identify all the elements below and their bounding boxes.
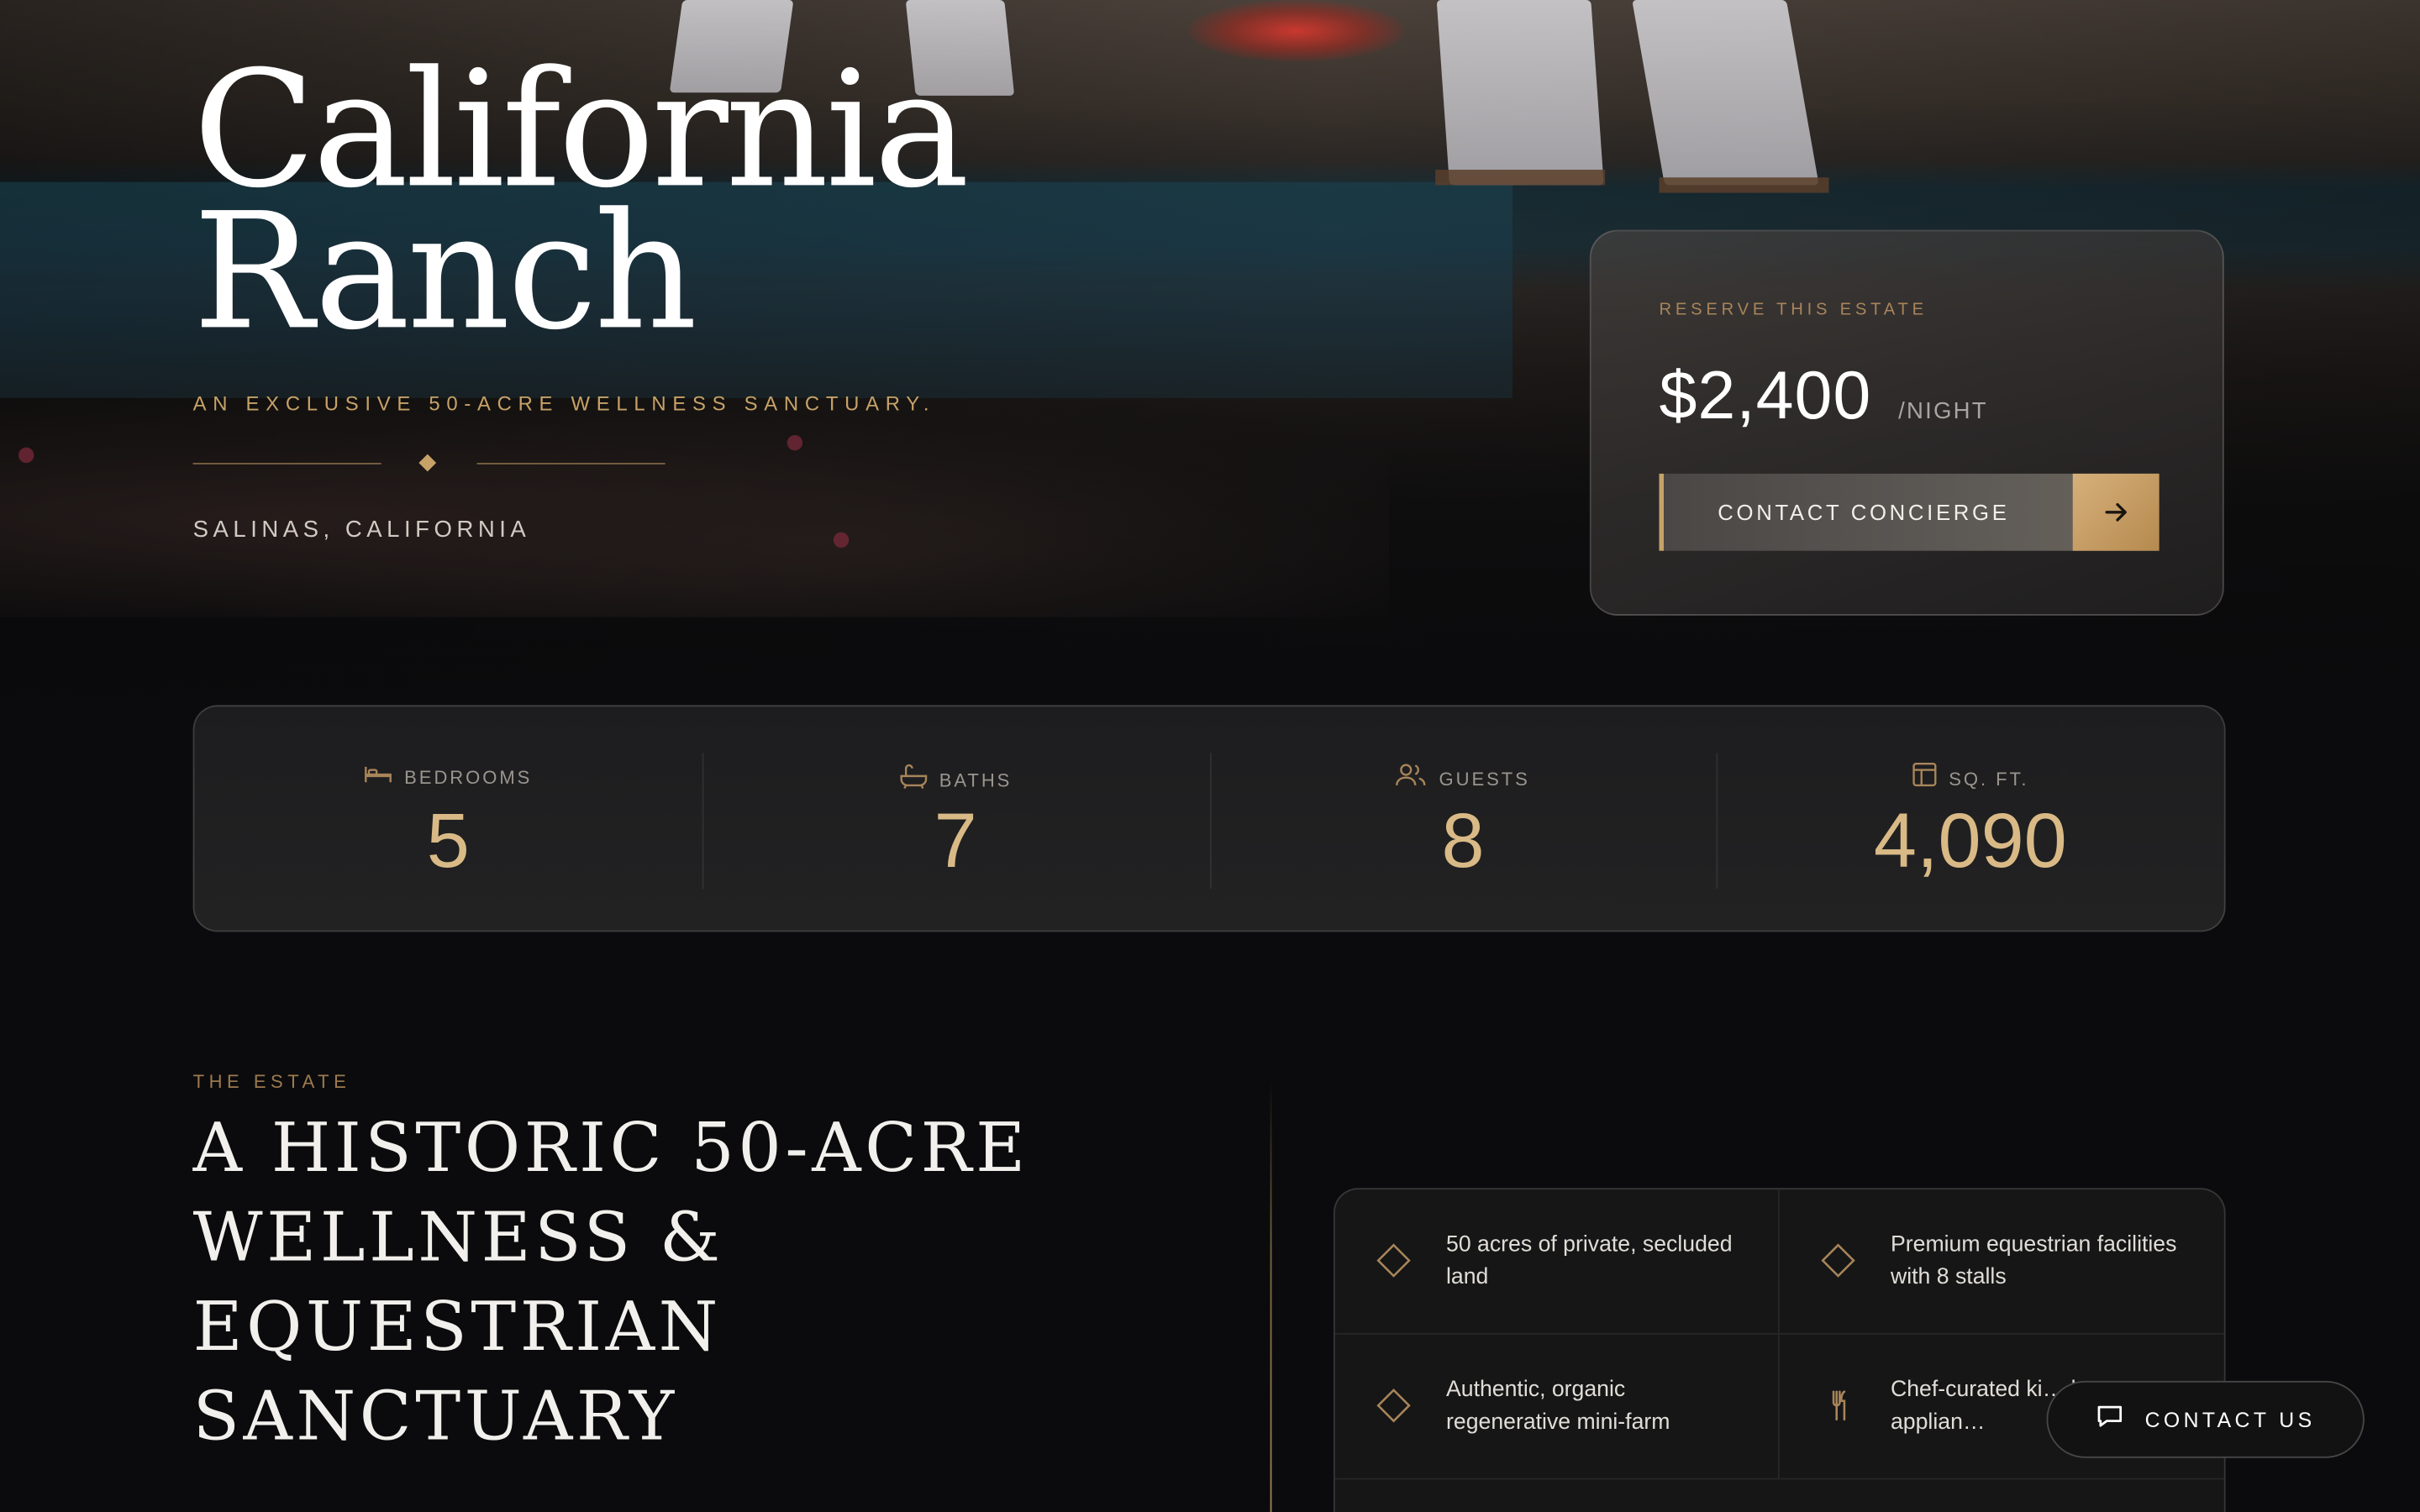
contact-concierge-label: CONTACT CONCIERGE — [1718, 500, 2010, 525]
lounger-image — [1436, 0, 1604, 186]
features-grid: 50 acres of private, secluded land Premi… — [1333, 1188, 2226, 1512]
ornament-line — [192, 463, 381, 465]
feature-item: Authentic, organic regenerative mini-far… — [1334, 1334, 1780, 1480]
chat-icon — [2096, 1402, 2123, 1437]
bath-icon — [899, 762, 927, 797]
diamond-icon — [418, 454, 437, 472]
stat-value: 7 — [934, 797, 977, 885]
stat-value: 5 — [426, 797, 470, 885]
vertical-divider — [1270, 1079, 1272, 1512]
feature-text: Premium equestrian facilities with 8 sta… — [1891, 1232, 2177, 1290]
arrow-right-icon — [2072, 473, 2160, 551]
contact-us-label: CONTACT US — [2144, 1408, 2316, 1431]
estate-title: A HISTORIC 50-ACRE WELLNESS & EQUESTRIAN… — [192, 1109, 1029, 1457]
stat-label: BATHS — [939, 769, 1013, 791]
hero-location: SALINAS, CALIFORNIA — [192, 517, 531, 543]
hero-tagline: AN EXCLUSIVE 50-ACRE WELLNESS SANCTUARY. — [192, 391, 936, 416]
utensils-icon — [1820, 1387, 1857, 1431]
stat-label: GUESTS — [1439, 767, 1530, 790]
diamond-icon — [1820, 1242, 1857, 1287]
rose-image — [833, 532, 850, 549]
stat-sqft: SQ. FT. 4,090 — [1716, 706, 2224, 930]
bed-icon — [364, 762, 392, 791]
stat-value: 4,090 — [1873, 797, 2067, 885]
lounger-image — [1632, 0, 1819, 186]
lounger-base-image — [1659, 177, 1829, 193]
stat-label: SQ. FT. — [1949, 767, 2029, 790]
ornament-line — [476, 463, 666, 465]
stat-value: 8 — [1441, 797, 1485, 885]
stat-label: BEDROOMS — [404, 765, 533, 788]
feature-item: Premium equestrian facilities with 8 sta… — [1779, 1189, 2224, 1335]
fountain-image-area — [1188, 0, 1405, 62]
reserve-eyebrow: RESERVE THIS ESTATE — [1659, 301, 1928, 320]
estate-eyebrow: THE ESTATE — [192, 1070, 351, 1093]
diamond-icon — [1376, 1242, 1413, 1287]
users-icon — [1396, 762, 1427, 795]
feature-text: 50 acres of private, secluded land — [1446, 1232, 1733, 1290]
ornament-divider — [192, 452, 666, 476]
reserve-card: RESERVE THIS ESTATE $2,400 /NIGHT CONTAC… — [1589, 229, 2224, 616]
hero-title: California Ranch — [193, 50, 970, 352]
feature-text: Authentic, organic regenerative mini-far… — [1446, 1378, 1670, 1436]
rose-image — [18, 447, 34, 464]
lounger-base-image — [1435, 170, 1606, 186]
feature-item: 50 acres of private, secluded land — [1334, 1189, 1780, 1335]
price-unit: /NIGHT — [1898, 397, 1988, 425]
nightly-price: $2,400 — [1659, 358, 1872, 434]
contact-us-button[interactable]: CONTACT US — [2046, 1380, 2365, 1458]
stat-baths: BATHS 7 — [702, 706, 1209, 930]
contact-concierge-button[interactable]: CONTACT CONCIERGE — [1659, 473, 2160, 551]
page: California Ranch AN EXCLUSIVE 50-ACRE WE… — [0, 0, 2420, 1512]
stat-guests: GUESTS 8 — [1209, 706, 1717, 930]
property-stats-bar: BEDROOMS 5 BATHS 7 GUESTS 8 SQ. FT. 4,09… — [192, 705, 2226, 932]
rose-image — [786, 434, 803, 451]
floorplan-icon — [1912, 762, 1936, 795]
diamond-icon — [1376, 1387, 1413, 1431]
stat-bedrooms: BEDROOMS 5 — [194, 706, 702, 930]
